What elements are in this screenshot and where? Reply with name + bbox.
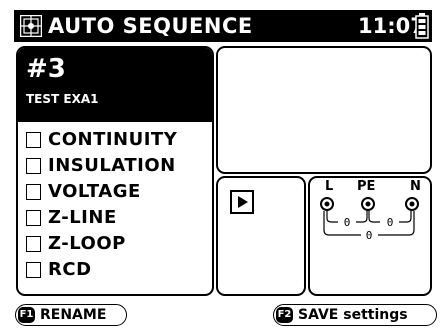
sequence-name: TEST EXA1 xyxy=(26,92,99,106)
title-bar: AUTO SEQUENCE 11:07 xyxy=(14,10,432,42)
test-item-insulation[interactable]: INSULATION xyxy=(18,154,212,180)
terminal-l-icon xyxy=(320,197,334,211)
control-panel xyxy=(216,176,306,296)
value-pe-n: 0 xyxy=(387,216,394,229)
test-label: RCD xyxy=(48,259,92,280)
sequence-number: #3 xyxy=(26,54,66,84)
test-item-voltage[interactable]: VOLTAGE xyxy=(18,180,212,206)
checkbox[interactable] xyxy=(26,132,41,148)
f2-key-icon: F2 xyxy=(276,306,293,323)
terminal-pe-icon xyxy=(361,197,375,211)
sequence-panel: #3 TEST EXA1 CONTINUITY INSULATION VOLTA… xyxy=(16,46,214,296)
checkbox[interactable] xyxy=(26,158,41,174)
checkbox[interactable] xyxy=(26,236,41,252)
battery-icon xyxy=(415,13,429,39)
page-title: AUTO SEQUENCE xyxy=(48,14,253,38)
save-settings-button[interactable]: F2 SAVE settings xyxy=(273,304,437,326)
connection-panel: L PE N 0 0 0 xyxy=(308,176,432,296)
test-item-z-line[interactable]: Z-LINE xyxy=(18,206,212,232)
f1-key-icon: F1 xyxy=(18,306,35,323)
play-icon xyxy=(238,196,248,208)
rename-label: RENAME xyxy=(40,307,107,323)
value-l-n: 0 xyxy=(366,229,373,242)
test-label: CONTINUITY xyxy=(48,129,178,150)
terminal-n-icon xyxy=(405,197,419,211)
instrument-screen: AUTO SEQUENCE 11:07 #3 TEST EXA1 CONTINU… xyxy=(0,0,444,336)
checkbox[interactable] xyxy=(26,184,41,200)
sequence-header: #3 TEST EXA1 xyxy=(18,48,212,122)
test-label: INSULATION xyxy=(48,155,176,176)
value-l-pe: 0 xyxy=(344,216,351,229)
test-label: Z-LOOP xyxy=(48,233,126,254)
test-item-continuity[interactable]: CONTINUITY xyxy=(18,128,212,154)
test-item-z-loop[interactable]: Z-LOOP xyxy=(18,232,212,258)
connection-diagram: 0 0 0 xyxy=(320,197,419,242)
result-panel xyxy=(216,46,432,174)
rename-button[interactable]: F1 RENAME xyxy=(15,304,127,326)
checkbox[interactable] xyxy=(26,210,41,226)
test-item-rcd[interactable]: RCD xyxy=(18,258,212,284)
save-settings-label: SAVE settings xyxy=(298,307,408,323)
play-button[interactable] xyxy=(230,190,254,214)
test-label: Z-LINE xyxy=(48,207,117,228)
checkbox[interactable] xyxy=(26,262,41,278)
test-label: VOLTAGE xyxy=(48,181,141,202)
auto-sequence-icon xyxy=(20,15,42,37)
